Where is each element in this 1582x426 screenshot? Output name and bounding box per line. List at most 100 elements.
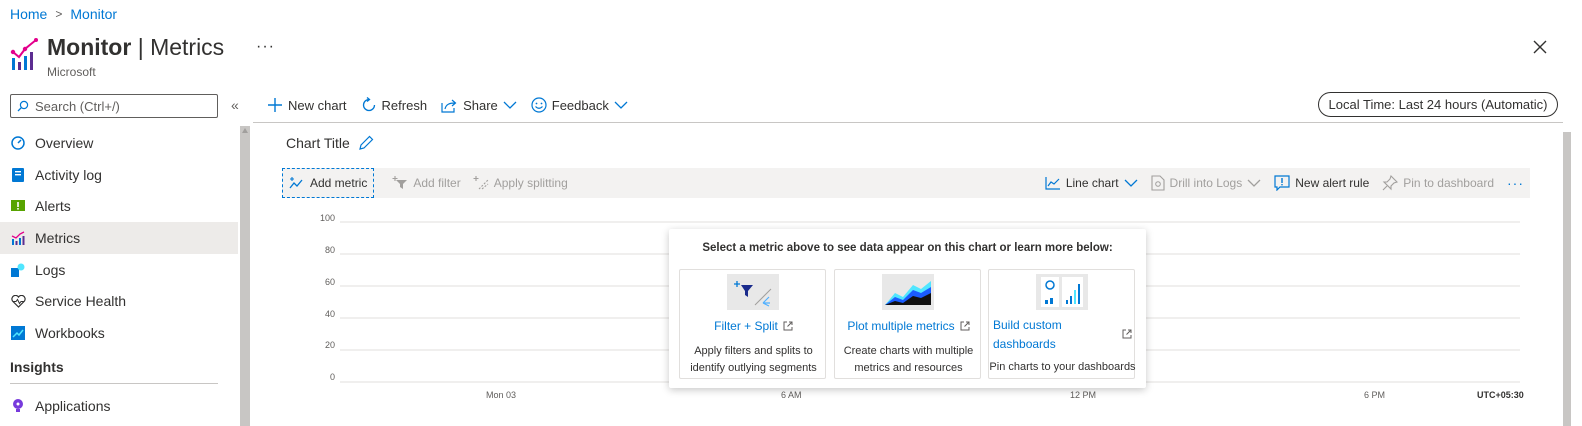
sidebar-item-label: Metrics: [35, 229, 81, 246]
filter-split-link-text: Filter + Split: [714, 319, 778, 333]
feedback-button[interactable]: Feedback: [531, 97, 628, 113]
timezone-label: UTC+05:30: [1477, 390, 1524, 400]
sidebar-item-label: Workbooks: [35, 324, 105, 341]
sidebar-item-alerts[interactable]: Alerts: [0, 190, 238, 222]
add-filter-label: Add filter: [413, 176, 461, 190]
chevron-down-icon: [1247, 179, 1261, 187]
share-icon: [441, 99, 457, 113]
plot-multiple-illustration: [882, 274, 934, 310]
chevron-down-icon: [614, 101, 628, 109]
dashboards-illustration: [1036, 274, 1088, 310]
heart-icon: [10, 293, 26, 309]
apply-splitting-button[interactable]: Apply splitting: [473, 176, 568, 190]
activity-log-icon: [10, 167, 26, 183]
sidebar-scrollbar[interactable]: [240, 126, 250, 426]
alert-rule-icon: [1274, 175, 1290, 191]
sidebar-divider: [10, 382, 218, 384]
filter-split-link[interactable]: Filter + Split: [680, 319, 827, 333]
breadcrumb-home-link[interactable]: Home: [10, 6, 47, 22]
sidebar-item-activity-log[interactable]: Activity log: [0, 159, 238, 191]
y-tick-label: 40: [324, 309, 335, 319]
drill-into-logs-label: Drill into Logs: [1169, 176, 1243, 190]
filter-split-illustration: [727, 274, 779, 310]
share-button[interactable]: Share: [441, 98, 517, 113]
toolbar-divider: [253, 122, 1563, 123]
sidebar-item-label: Activity log: [35, 166, 102, 183]
edit-pencil-icon[interactable]: [358, 135, 374, 151]
build-dashboards-link-text: Build custom dashboards: [993, 318, 1062, 351]
external-link-icon: [1122, 329, 1132, 339]
external-link-icon: [783, 321, 793, 331]
plot-multiple-desc: Create charts with multiple metrics and …: [843, 345, 974, 374]
sidebar-item-logs[interactable]: Logs: [0, 254, 238, 286]
sidebar-item-workbooks[interactable]: Workbooks: [0, 317, 238, 349]
command-bar: New chart Refresh Share Feedback: [267, 94, 628, 116]
build-dashboards-desc: Pin charts to your dashboards: [989, 361, 1136, 373]
add-filter-button[interactable]: Add filter: [392, 176, 461, 190]
new-alert-rule-button[interactable]: New alert rule: [1274, 175, 1369, 191]
filter-split-desc: Apply filters and splits to identify out…: [690, 345, 817, 374]
logs-icon: [10, 262, 26, 278]
sidebar-item-applications[interactable]: Applications: [0, 390, 238, 422]
filter-split-card[interactable]: Filter + Split Apply filters and splits …: [679, 269, 826, 379]
sidebar-item-label: Service Health: [35, 293, 127, 310]
sidebar-item-label: Alerts: [35, 198, 71, 215]
page-title: Monitor | Metrics: [47, 34, 224, 61]
chart-more-button[interactable]: ···: [1507, 175, 1524, 191]
overview-icon: [10, 135, 26, 151]
document-icon: [1150, 175, 1165, 191]
metrics-icon: [10, 230, 26, 246]
add-metric-label: Add metric: [310, 176, 368, 190]
breadcrumb: Home > Monitor: [10, 6, 117, 22]
plot-multiple-link-text: Plot multiple metrics: [847, 319, 955, 333]
build-dashboards-card[interactable]: Build custom dashboards Pin charts to yo…: [988, 269, 1136, 379]
sidebar-item-label: Applications: [35, 397, 111, 414]
line-chart-icon: [1045, 177, 1060, 190]
refresh-label: Refresh: [381, 97, 428, 113]
chart-type-button[interactable]: Line chart: [1045, 176, 1138, 190]
page-title-main: Monitor: [47, 34, 132, 60]
y-tick-label: 100: [319, 213, 335, 223]
new-chart-button[interactable]: New chart: [267, 97, 347, 113]
add-metric-button[interactable]: Add metric: [282, 168, 375, 198]
drill-into-logs-button[interactable]: Drill into Logs: [1150, 175, 1262, 191]
search-placeholder: Search (Ctrl+/): [35, 98, 120, 114]
scroll-up-arrow-icon[interactable]: [242, 128, 248, 133]
splitting-icon: [473, 176, 489, 190]
sidebar-item-service-health[interactable]: Service Health: [0, 285, 238, 317]
lightbulb-icon: [10, 398, 26, 414]
sidebar-item-metrics[interactable]: Metrics: [0, 222, 238, 254]
content-scrollbar[interactable]: [1563, 132, 1571, 426]
refresh-button[interactable]: Refresh: [361, 97, 428, 113]
chart-toolbar: Add metric Add filter Apply splitting Li…: [282, 168, 1530, 198]
breadcrumb-monitor-link[interactable]: Monitor: [70, 6, 117, 22]
apply-splitting-label: Apply splitting: [493, 176, 568, 190]
chevron-right-icon: >: [55, 7, 63, 21]
new-chart-label: New chart: [288, 97, 347, 113]
plot-multiple-card[interactable]: Plot multiple metrics Create charts with…: [834, 269, 981, 379]
chevron-down-icon: [503, 101, 517, 109]
monitor-logo-icon: [10, 38, 38, 70]
sidebar-item-overview[interactable]: Overview: [0, 127, 238, 159]
chart-title-text: Chart Title: [286, 135, 350, 151]
build-dashboards-link[interactable]: Build custom dashboards: [989, 316, 1109, 354]
pin-to-dashboard-button[interactable]: Pin to dashboard: [1382, 175, 1494, 191]
close-icon[interactable]: [1531, 38, 1549, 56]
plus-icon: [268, 98, 282, 112]
more-options-button[interactable]: ···: [256, 38, 275, 56]
chart-title: Chart Title: [286, 135, 374, 151]
x-tick-label: 12 PM: [1070, 390, 1097, 400]
collapse-sidebar-button[interactable]: «: [231, 97, 239, 113]
refresh-icon: [362, 97, 375, 112]
share-label: Share: [463, 97, 498, 113]
sidebar-item-label: Logs: [35, 261, 66, 278]
x-tick-label: 6 AM: [781, 390, 802, 400]
time-range-button[interactable]: Local Time: Last 24 hours (Automatic): [1318, 92, 1558, 117]
empty-state-message: Select a metric above to see data appear…: [702, 242, 1113, 254]
search-input[interactable]: Search (Ctrl+/): [10, 94, 218, 118]
y-tick-label: 80: [324, 245, 335, 255]
y-tick-label: 60: [324, 277, 335, 287]
chevron-down-icon: [1124, 179, 1137, 187]
sidebar-nav: Overview Activity log Alerts Metrics Log…: [0, 127, 238, 422]
plot-multiple-link[interactable]: Plot multiple metrics: [835, 319, 982, 333]
